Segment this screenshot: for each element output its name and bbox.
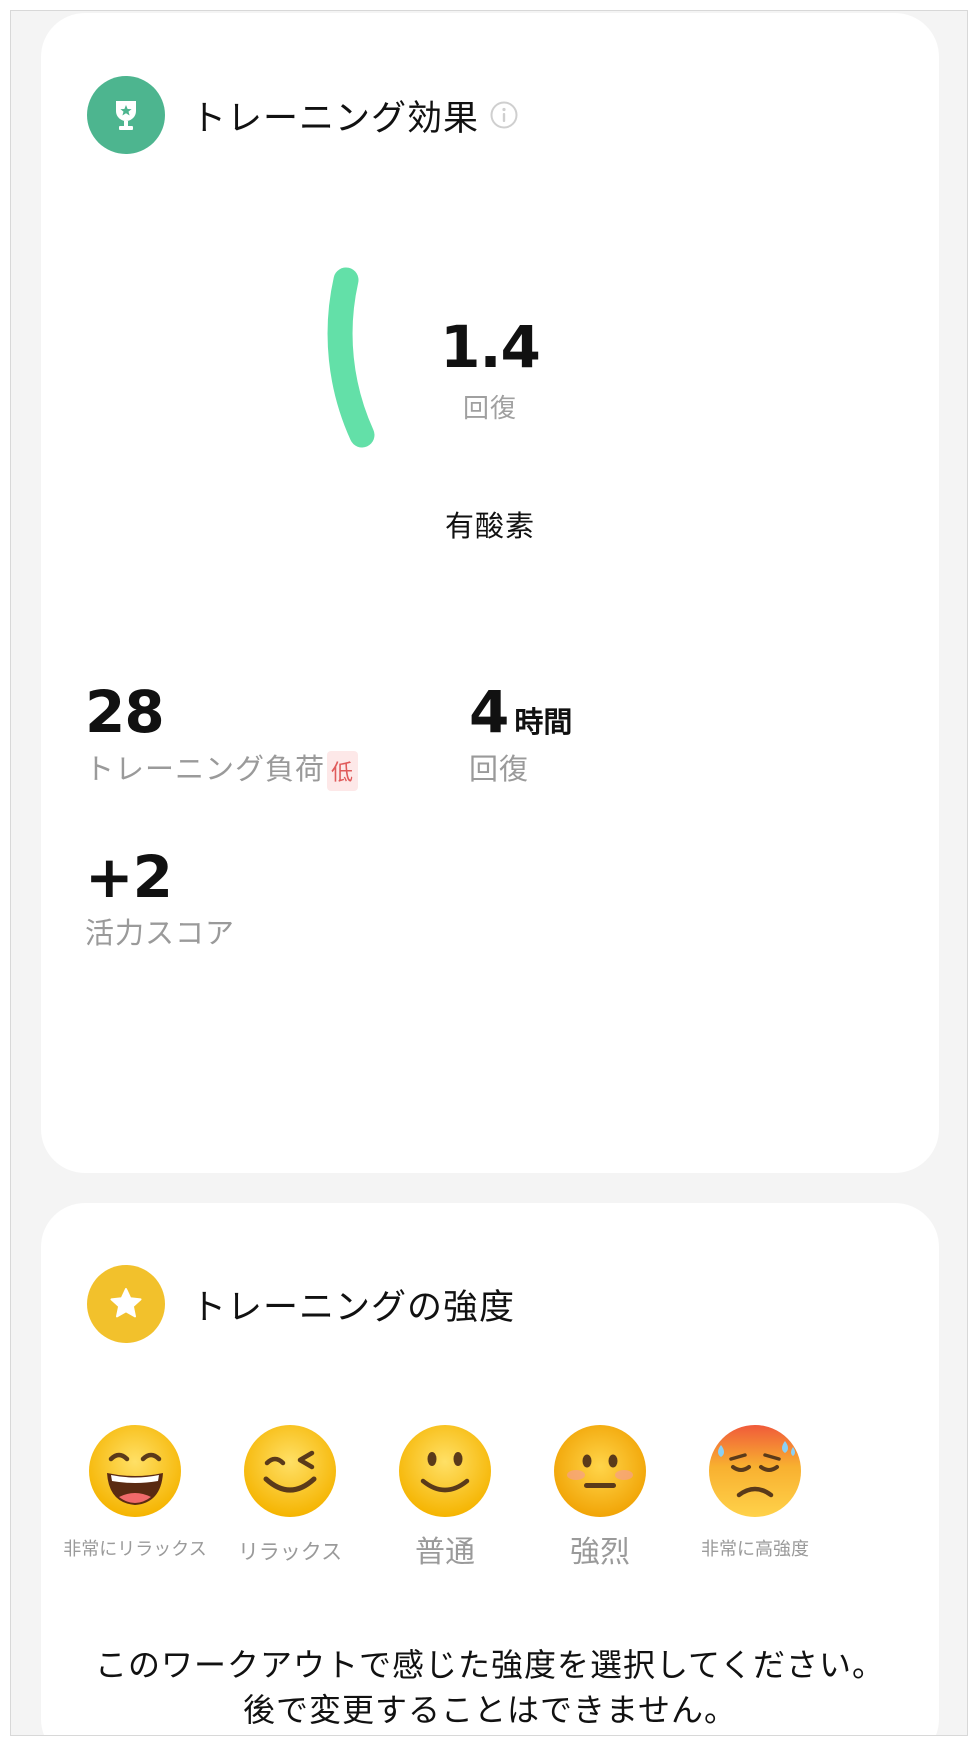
grinning-face-icon [89, 1425, 181, 1517]
recovery-time-unit: 時間 [514, 705, 573, 739]
training-intensity-header: トレーニングの強度 [87, 1265, 515, 1343]
intensity-options: 非常にリラックス リラックス 普通 強烈 非常に高強度 [41, 1423, 939, 1623]
intensity-prompt: このワークアウトで感じた強度を選択してください。 後で変更することはできません。 [41, 1643, 939, 1733]
intensity-label-intense: 強烈 [570, 1535, 630, 1570]
training-effect-card: トレーニング効果 1.4 回復 有酸素 28 トレーニング負荷低 4 時間 回復 … [41, 13, 939, 1173]
training-load-label-row: トレーニング負荷低 [85, 746, 359, 791]
star-icon [110, 1288, 142, 1318]
recovery-time-value: 4 [469, 678, 509, 746]
intensity-label-very-relaxed: 非常にリラックス [63, 1539, 207, 1560]
intensity-option-normal[interactable]: 普通 [365, 1423, 525, 1571]
training-load-value: 28 [85, 678, 165, 746]
vitality-score-label: 活力スコア [85, 916, 236, 950]
intensity-option-very-high[interactable]: 非常に高強度 [675, 1423, 835, 1562]
winking-face-icon [244, 1425, 336, 1517]
recovery-time-label: 回復 [469, 752, 530, 786]
intensity-prompt-line1: このワークアウトで感じた強度を選択してください。 [94, 1646, 886, 1684]
intensity-prompt-line2: 後で変更することはできません。 [242, 1691, 738, 1729]
neutral-face-icon [554, 1425, 646, 1517]
gauge-category: 有酸素 [444, 509, 535, 543]
gauge-sub-label: 回復 [462, 394, 517, 424]
intensity-option-relaxed[interactable]: リラックス [210, 1423, 370, 1567]
intensity-option-very-relaxed[interactable]: 非常にリラックス [55, 1423, 215, 1562]
exhausted-sweating-face-icon [709, 1425, 801, 1517]
intensity-label-relaxed: リラックス [237, 1540, 343, 1564]
training-intensity-card: トレーニングの強度 非常にリラックス リラックス 普通 強烈 非常に高強度 この… [41, 1203, 939, 1735]
smiling-face-icon [399, 1425, 491, 1517]
workout-detail-screen: トレーニング効果 1.4 回復 有酸素 28 トレーニング負荷低 4 時間 回復 … [10, 10, 968, 1736]
star-badge [87, 1265, 165, 1343]
intensity-label-very-high: 非常に高強度 [701, 1539, 809, 1560]
vitality-score-value: +2 [85, 843, 173, 911]
gauge-value: 1.4 [440, 313, 541, 381]
intensity-label-normal: 普通 [415, 1535, 475, 1570]
training-load-label: トレーニング負荷 [85, 752, 326, 786]
recovery-time-value-row: 4 時間 [469, 678, 572, 746]
low-load-tag: 低 [327, 751, 359, 791]
intensity-option-intense[interactable]: 強烈 [520, 1423, 680, 1571]
training-intensity-title: トレーニングの強度 [191, 1287, 516, 1328]
